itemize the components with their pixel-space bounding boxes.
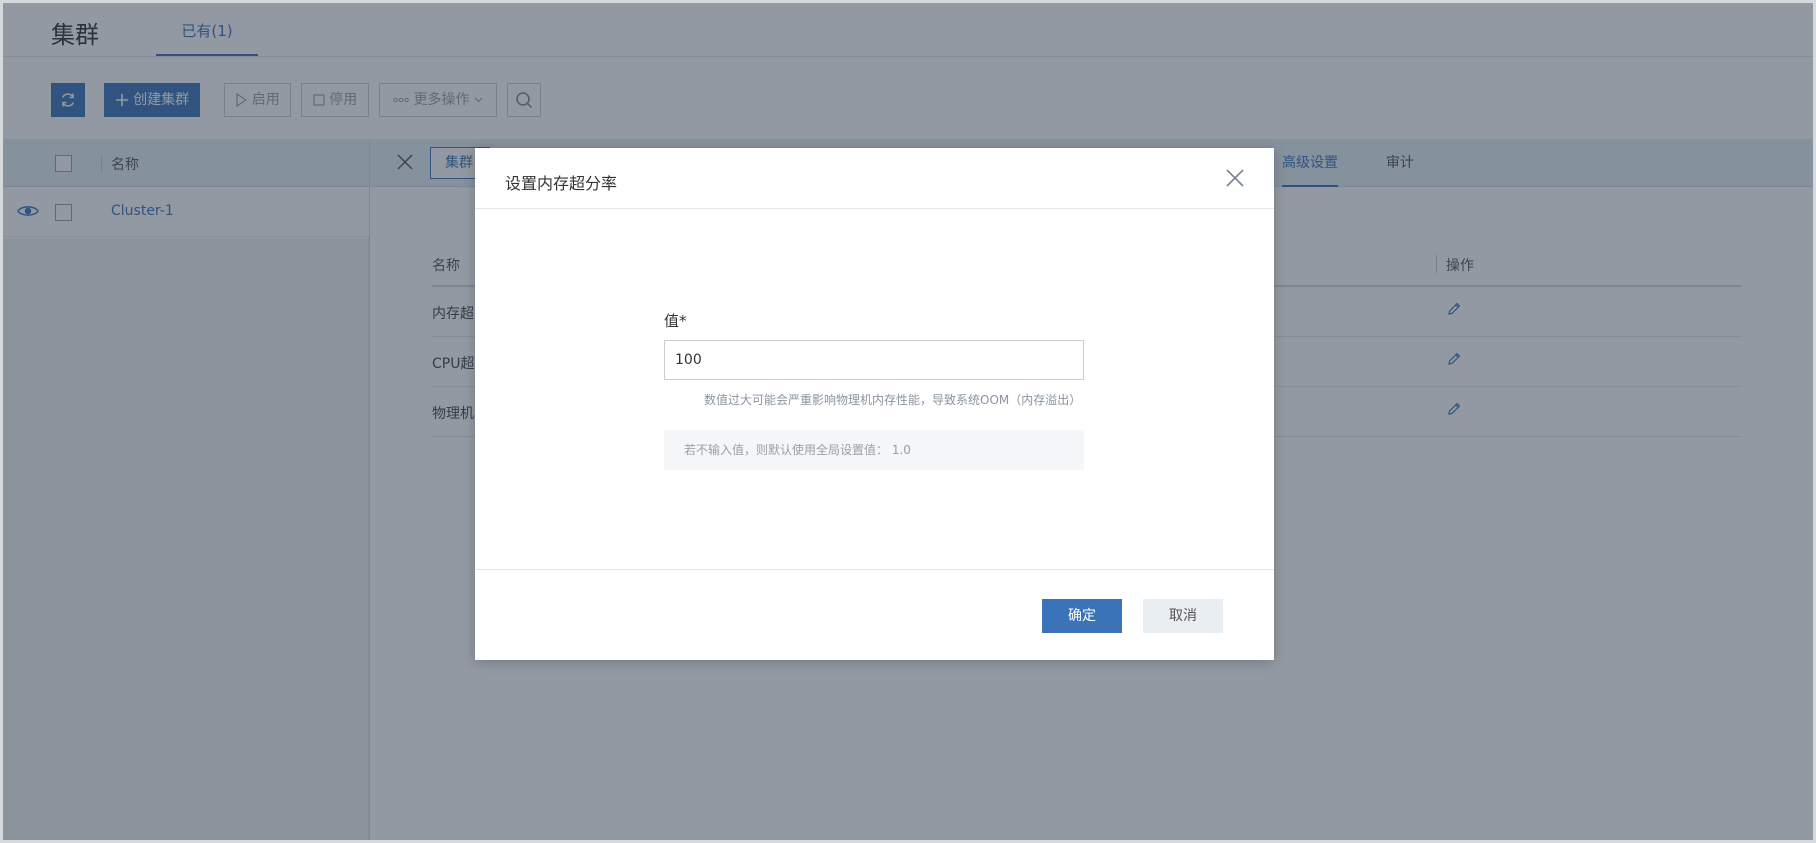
value-input[interactable] — [664, 340, 1084, 380]
default-value-tip: 若不输入值，则默认使用全局设置值： 1.0 — [664, 430, 1084, 470]
value-field-label: 值* — [664, 312, 687, 330]
dialog-header: 设置内存超分率 — [475, 148, 1274, 209]
dialog-title: 设置内存超分率 — [505, 174, 618, 193]
app-window: 集群 已有(1) 创建集群 启用 — [0, 0, 1816, 843]
warning-text: 数值过大可能会严重影响物理机内存性能，导致系统OOM（内存溢出） — [704, 393, 1082, 407]
dialog-footer: 确定 取消 — [475, 569, 1274, 660]
close-icon[interactable] — [1225, 168, 1245, 188]
cancel-button[interactable]: 取消 — [1143, 599, 1223, 633]
memory-overcommit-dialog: 设置内存超分率 值* 数值过大可能会严重影响物理机内存性能，导致系统OOM（内存… — [475, 148, 1274, 660]
confirm-button[interactable]: 确定 — [1042, 599, 1122, 633]
